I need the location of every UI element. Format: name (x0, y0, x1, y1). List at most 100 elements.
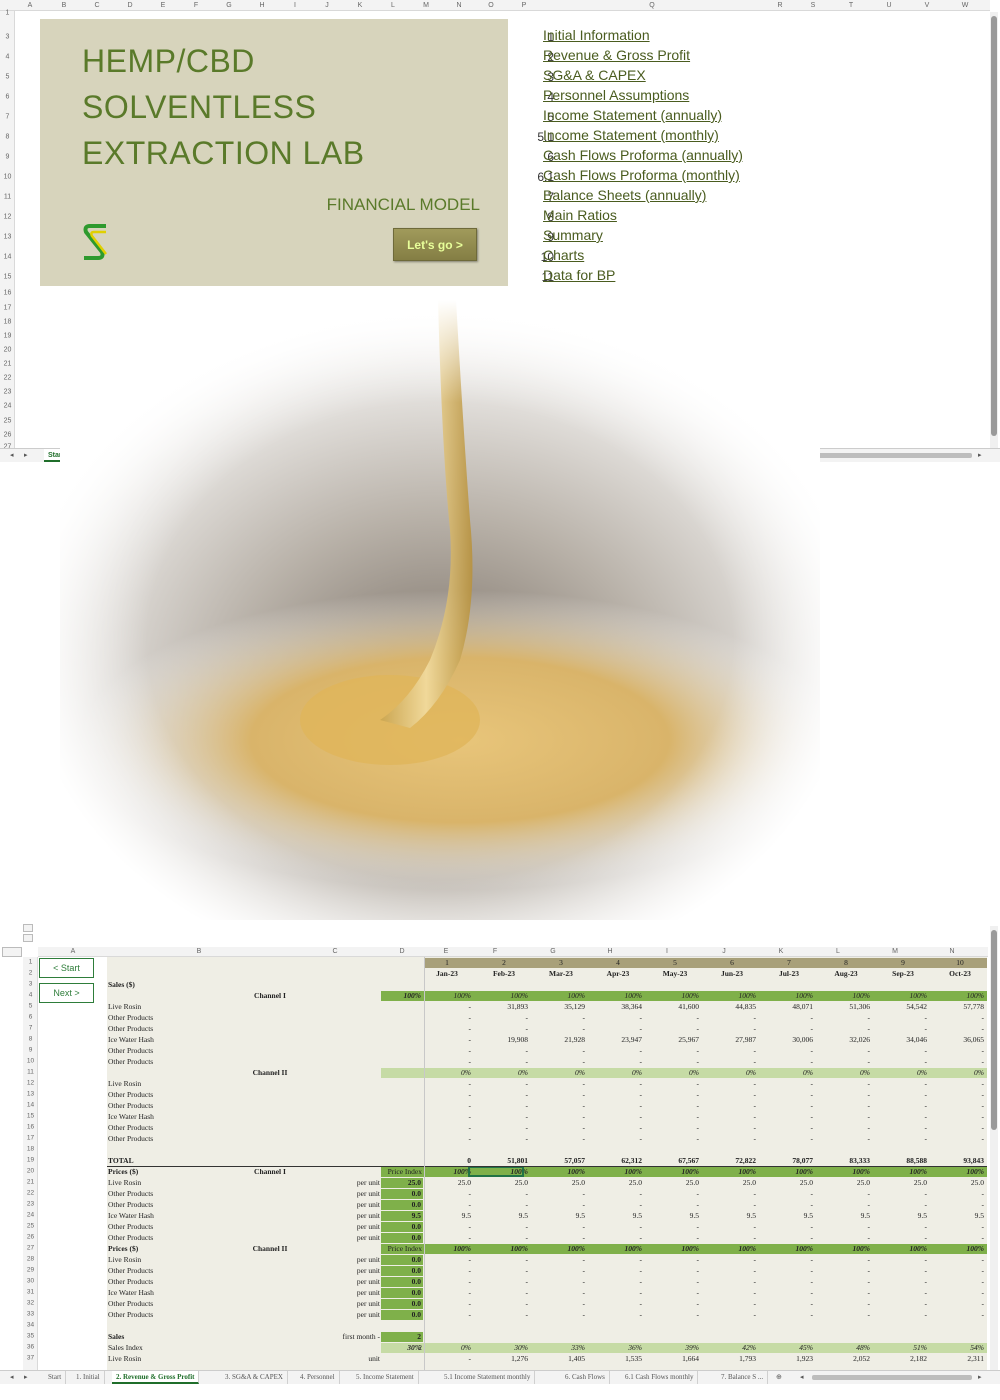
value-cell[interactable]: 9.5 (590, 1210, 642, 1221)
column-header[interactable]: W (962, 0, 969, 11)
start-nav-button[interactable]: < Start (39, 958, 94, 978)
value-cell[interactable]: - (476, 1100, 529, 1111)
value-cell[interactable]: - (590, 1254, 643, 1265)
value-cell[interactable]: - (647, 1276, 700, 1287)
row-header[interactable]: 36 (23, 1344, 38, 1351)
value-cell[interactable]: - (875, 1023, 928, 1034)
value-cell[interactable]: 27,987 (704, 1034, 756, 1045)
input-cell[interactable]: 25.0 (381, 1177, 421, 1188)
value-cell[interactable]: 9.5 (818, 1210, 870, 1221)
value-cell[interactable]: - (476, 1298, 529, 1309)
value-cell[interactable]: 0% (476, 1067, 528, 1078)
row-header[interactable]: 26 (0, 432, 15, 439)
value-cell[interactable]: 44,835 (704, 1001, 756, 1012)
row-header[interactable]: 1 (23, 959, 38, 966)
value-cell[interactable]: - (476, 1287, 529, 1298)
horizontal-scrollbar[interactable] (812, 453, 972, 458)
row-header[interactable]: 21 (0, 361, 15, 368)
value-cell[interactable]: 0% (647, 1067, 699, 1078)
value-cell[interactable]: - (476, 1111, 529, 1122)
column-header[interactable]: B (62, 0, 67, 11)
value-cell[interactable]: 32,026 (818, 1034, 870, 1045)
row-header[interactable]: 32 (23, 1300, 38, 1307)
value-cell[interactable]: - (476, 1133, 529, 1144)
row-header[interactable]: 8 (23, 1036, 38, 1043)
value-cell[interactable]: 83,333 (818, 1155, 870, 1166)
value-cell[interactable]: 23,947 (590, 1034, 642, 1045)
value-cell[interactable]: 45% (761, 1342, 813, 1353)
value-cell[interactable]: 100% (761, 1243, 814, 1254)
value-cell[interactable]: - (818, 1122, 871, 1133)
value-cell[interactable]: - (419, 1089, 472, 1100)
value-cell[interactable]: - (704, 1232, 757, 1243)
column-header[interactable]: F (194, 0, 198, 11)
value-cell[interactable]: - (419, 1265, 472, 1276)
value-cell[interactable]: - (875, 1078, 928, 1089)
vertical-scrollbar[interactable] (990, 12, 998, 448)
value-cell[interactable]: 48% (818, 1342, 870, 1353)
row-header[interactable]: 3 (0, 34, 15, 41)
value-cell[interactable]: - (704, 1309, 757, 1320)
row-header[interactable]: 19 (0, 333, 15, 340)
value-cell[interactable]: - (818, 1078, 871, 1089)
row-header[interactable]: 12 (23, 1080, 38, 1087)
value-cell[interactable]: - (476, 1188, 529, 1199)
column-header[interactable]: N (949, 947, 954, 957)
row-header[interactable]: 13 (0, 234, 15, 241)
value-cell[interactable]: 0% (704, 1067, 756, 1078)
value-cell[interactable]: 78,077 (761, 1155, 813, 1166)
row-header[interactable]: 29 (23, 1267, 38, 1274)
value-cell[interactable]: - (761, 1078, 814, 1089)
column-header[interactable]: A (71, 947, 76, 957)
toc-link[interactable]: Initial Information (543, 27, 650, 43)
value-cell[interactable]: 0% (761, 1067, 813, 1078)
value-cell[interactable]: - (533, 1265, 586, 1276)
value-cell[interactable]: 30,006 (761, 1034, 813, 1045)
value-cell[interactable]: 100% (932, 1166, 985, 1177)
value-cell[interactable]: 100% (875, 1243, 928, 1254)
value-cell[interactable]: 19,908 (476, 1034, 528, 1045)
value-cell[interactable]: - (476, 1199, 529, 1210)
row-header[interactable]: 25 (0, 418, 15, 425)
value-cell[interactable]: - (419, 1133, 472, 1144)
value-cell[interactable]: - (932, 1023, 985, 1034)
value-cell[interactable]: - (647, 1254, 700, 1265)
value-cell[interactable]: - (761, 1276, 814, 1287)
value-cell[interactable]: 1,276 (476, 1353, 528, 1364)
value-cell[interactable]: - (590, 1265, 643, 1276)
value-cell[interactable]: 0% (875, 1067, 927, 1078)
toc-link[interactable]: Data for BP (543, 267, 615, 283)
row-header[interactable]: 14 (0, 254, 15, 261)
value-cell[interactable]: 39% (647, 1342, 699, 1353)
value-cell[interactable]: - (419, 1309, 472, 1320)
value-cell[interactable]: - (818, 1232, 871, 1243)
value-cell[interactable]: - (590, 1045, 643, 1056)
value-cell[interactable]: - (704, 1188, 757, 1199)
value-cell[interactable]: - (647, 1232, 700, 1243)
value-cell[interactable]: - (419, 1100, 472, 1111)
value-cell[interactable]: - (476, 1221, 529, 1232)
row-header[interactable]: 25 (23, 1223, 38, 1230)
input-cell[interactable]: 0.0 (381, 1221, 421, 1232)
column-header[interactable]: J (325, 0, 329, 11)
toc-link[interactable]: Main Ratios (543, 207, 617, 223)
value-cell[interactable]: 9.5 (533, 1210, 585, 1221)
value-cell[interactable]: - (704, 1089, 757, 1100)
column-header[interactable]: R (777, 0, 782, 11)
row-header[interactable]: 23 (23, 1201, 38, 1208)
value-cell[interactable]: - (875, 1122, 928, 1133)
value-cell[interactable]: - (533, 1122, 586, 1133)
row-header[interactable]: 10 (23, 1058, 38, 1065)
row-header[interactable]: 37 (23, 1355, 38, 1362)
value-cell[interactable]: - (419, 1221, 472, 1232)
value-cell[interactable]: - (419, 1122, 472, 1133)
row-header[interactable]: 17 (23, 1135, 38, 1142)
column-header[interactable]: L (836, 947, 840, 957)
horizontal-scrollbar[interactable] (812, 1375, 972, 1380)
value-cell[interactable]: 100% (647, 1243, 700, 1254)
value-cell[interactable]: 2,182 (875, 1353, 927, 1364)
row-header[interactable]: 1 (0, 10, 15, 17)
value-cell[interactable]: - (932, 1133, 985, 1144)
value-cell[interactable]: - (476, 1078, 529, 1089)
value-cell[interactable]: 42% (704, 1342, 756, 1353)
